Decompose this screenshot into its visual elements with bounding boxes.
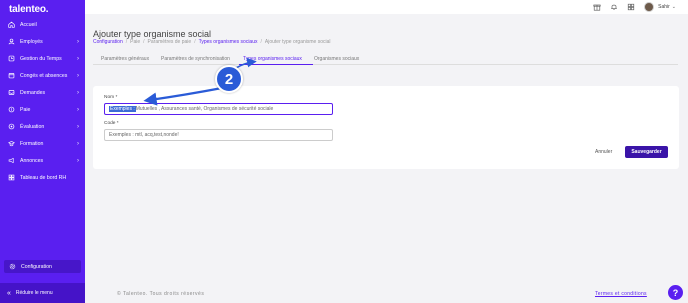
breadcrumb: Configuration / Paie / Paramètres de pai…: [93, 39, 330, 45]
sidebar-item-paie[interactable]: Paie ›: [0, 101, 85, 118]
chevron-right-icon: ›: [77, 89, 79, 96]
formation-icon: [7, 140, 15, 148]
breadcrumb-separator: /: [125, 39, 128, 45]
sidebar-item-formation[interactable]: Formation ›: [0, 135, 85, 152]
home-icon: [7, 21, 15, 29]
tab-bar: Paramètres généraux Paramètres de synchr…: [93, 53, 678, 65]
code-input[interactable]: Exemples : mtl, acq,test,nonde!: [104, 129, 333, 141]
avatar[interactable]: [644, 2, 655, 12]
apps-grid-icon[interactable]: [627, 3, 635, 11]
form-card: Nom * Exemples : Mutuelles , Assurances …: [93, 86, 679, 169]
help-button[interactable]: ?: [668, 285, 683, 300]
copyright-text: © Talenteo. Tous droits réservés: [117, 291, 205, 297]
inbox-icon: [7, 89, 15, 97]
sidebar: talenteo. Accueil Employés › Gestion du …: [0, 0, 85, 303]
active-tab-indicator: [239, 64, 313, 65]
user-name[interactable]: Sahir: [658, 4, 670, 10]
sidebar-item-conges[interactable]: Congés et absences ›: [0, 67, 85, 84]
sidebar-item-employes[interactable]: Employés ›: [0, 33, 85, 50]
sidebar-item-label: Accueil: [20, 21, 37, 28]
sidebar-item-label: Congés et absences: [20, 72, 68, 79]
top-bar: Sahir ⌄: [85, 0, 688, 14]
breadcrumb-paie[interactable]: Paie: [130, 39, 140, 45]
breadcrumb-separator: /: [143, 39, 145, 45]
gift-icon[interactable]: [593, 3, 601, 11]
breadcrumb-current: Ajouter type organisme social: [264, 39, 331, 45]
tab-organismes-sociaux[interactable]: Organismes sociaux: [314, 56, 359, 62]
money-icon: [7, 106, 15, 114]
gear-icon: [8, 263, 16, 271]
sidebar-item-annonces[interactable]: Annonces ›: [0, 152, 85, 169]
sidebar-nav: Accueil Employés › Gestion du Temps › Co…: [0, 16, 85, 186]
tab-parametres-generaux[interactable]: Paramètres généraux: [101, 56, 149, 62]
calendar-icon: [7, 72, 15, 80]
reduce-menu-button[interactable]: « Réduire le menu: [0, 283, 85, 303]
sidebar-item-label: Employés: [20, 38, 43, 45]
tab-types-organismes-sociaux[interactable]: Types organismes sociaux: [243, 56, 302, 62]
breadcrumb-separator: /: [194, 39, 196, 45]
chevron-right-icon: ›: [77, 157, 79, 164]
sidebar-item-demandes[interactable]: Demandes ›: [0, 84, 85, 101]
code-label: Code *: [104, 121, 119, 126]
app-logo[interactable]: talenteo.: [9, 4, 49, 15]
megaphone-icon: [7, 157, 15, 165]
nom-input[interactable]: Exemples : Mutuelles , Assurances santé,…: [104, 103, 333, 115]
breadcrumb-configuration[interactable]: Configuration: [93, 39, 123, 45]
breadcrumb-separator: /: [260, 39, 262, 45]
page-title: Ajouter type organisme social: [93, 29, 212, 39]
sidebar-item-gestion-du-temps[interactable]: Gestion du Temps ›: [0, 50, 85, 67]
tab-parametres-synchronisation[interactable]: Paramètres de synchronisation: [161, 56, 230, 62]
chevron-right-icon: ›: [77, 140, 79, 147]
sidebar-item-label: Gestion du Temps: [20, 55, 62, 62]
save-button[interactable]: Sauvegarder: [625, 146, 668, 158]
dashboard-icon: [7, 174, 15, 182]
reduce-menu-label: Réduire le menu: [15, 290, 53, 296]
selected-text: Exemples :: [109, 106, 136, 112]
sidebar-item-label: Tableau de bord RH: [20, 174, 67, 181]
step-number-badge: 2: [215, 65, 243, 93]
top-bar-actions: Sahir ⌄: [593, 2, 676, 12]
chevron-right-icon: ›: [77, 123, 79, 130]
bell-icon[interactable]: [610, 3, 618, 11]
chevron-right-icon: ›: [77, 38, 79, 45]
sidebar-item-tableau-de-bord[interactable]: Tableau de bord RH: [0, 169, 85, 186]
breadcrumb-types-organismes[interactable]: Types organismes sociaux: [199, 39, 258, 45]
sidebar-item-configuration[interactable]: Configuration: [4, 260, 81, 273]
cancel-button[interactable]: Annuler: [595, 149, 612, 155]
terms-link[interactable]: Termes et conditions: [595, 291, 647, 297]
clock-icon: [7, 55, 15, 63]
sidebar-item-label: Configuration: [21, 263, 52, 270]
sidebar-item-accueil[interactable]: Accueil: [0, 16, 85, 33]
double-chevron-left-icon: «: [7, 289, 11, 297]
users-icon: [7, 38, 15, 46]
sidebar-item-label: Annonces: [20, 157, 44, 164]
code-input-placeholder: Exemples : mtl, acq,test,nonde!: [109, 132, 179, 138]
sidebar-item-label: Évaluation: [20, 123, 45, 130]
chevron-right-icon: ›: [77, 106, 79, 113]
sidebar-item-label: Paie: [20, 106, 31, 113]
chevron-down-icon[interactable]: ⌄: [672, 4, 676, 10]
breadcrumb-parametres-paie[interactable]: Paramètres de paie: [148, 39, 192, 45]
nom-input-text: Mutuelles , Assurances santé, Organismes…: [135, 106, 274, 112]
sidebar-item-label: Demandes: [20, 89, 46, 96]
chevron-right-icon: ›: [77, 55, 79, 62]
chevron-right-icon: ›: [77, 72, 79, 79]
evaluation-icon: [7, 123, 15, 131]
sidebar-item-evaluation[interactable]: Évaluation ›: [0, 118, 85, 135]
sidebar-item-label: Formation: [20, 140, 44, 147]
nom-label: Nom *: [104, 95, 118, 100]
